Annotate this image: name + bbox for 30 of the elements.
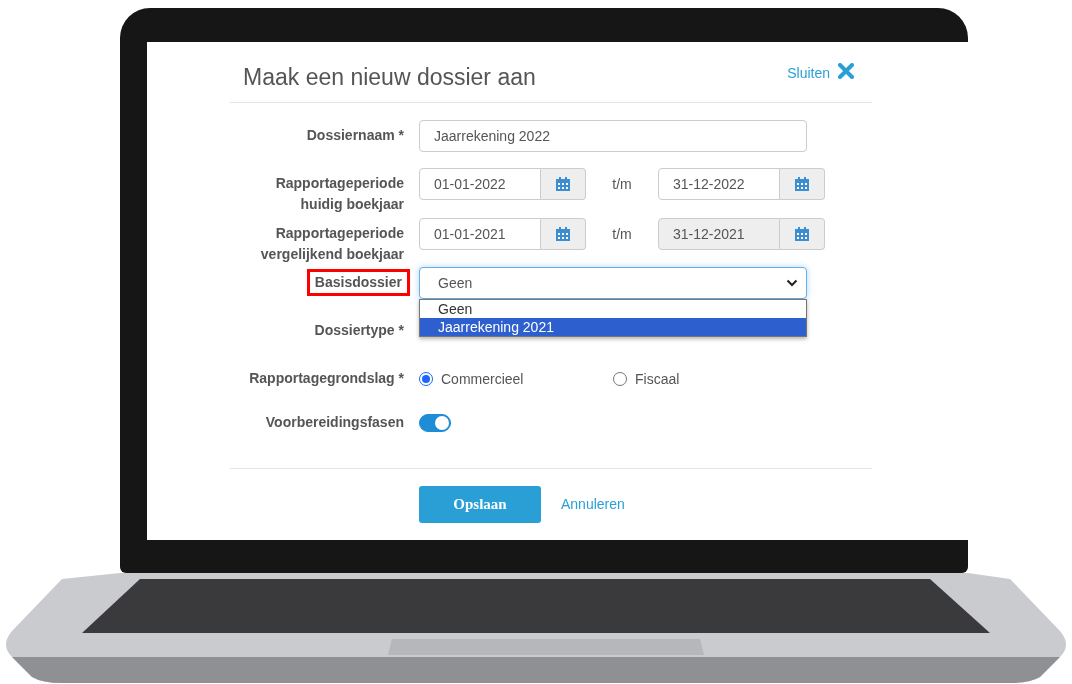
radio-option[interactable]: Commercieel — [419, 363, 613, 395]
calendar-icon — [555, 176, 571, 192]
calendar-button[interactable] — [541, 168, 586, 200]
field-label: Dossiernaam * — [305, 126, 405, 145]
field-label: Rapportagegrondslag * — [248, 369, 405, 388]
radio-option[interactable]: Fiscaal — [613, 363, 807, 395]
field-label: Basisdossier — [306, 269, 410, 296]
field-label: Rapportageperiode huidig boekjaar — [274, 174, 405, 214]
calendar-icon — [794, 226, 810, 242]
text-field[interactable]: Jaarrekening 2022 — [419, 120, 807, 152]
field-label: Dossiertype * — [313, 321, 405, 340]
calendar-button[interactable] — [541, 218, 586, 250]
date-field[interactable]: 31-12-2022 — [658, 168, 780, 200]
close-icon — [838, 63, 854, 79]
dropdown-option[interactable]: Geen — [420, 300, 806, 318]
toggle-switch[interactable] — [419, 414, 451, 432]
calendar-button[interactable] — [780, 168, 825, 200]
date-field[interactable]: 01-01-2022 — [419, 168, 541, 200]
calendar-icon — [794, 176, 810, 192]
calendar-button[interactable] — [780, 218, 825, 250]
range-separator: t/m — [611, 175, 633, 194]
chevron-down-icon — [786, 279, 798, 287]
field-label: Rapportageperiode vergelijkend boekjaar — [259, 224, 405, 264]
dropdown-option[interactable]: Jaarrekening 2021 — [420, 318, 806, 336]
select-field[interactable]: Geen — [419, 267, 807, 299]
field-label: Voorbereidingsfasen — [264, 413, 405, 432]
date-field[interactable]: 01-01-2021 — [419, 218, 541, 250]
range-separator: t/m — [611, 225, 633, 244]
calendar-icon — [555, 226, 571, 242]
dialog-title: Maak een nieuw dossier aan — [243, 63, 536, 92]
